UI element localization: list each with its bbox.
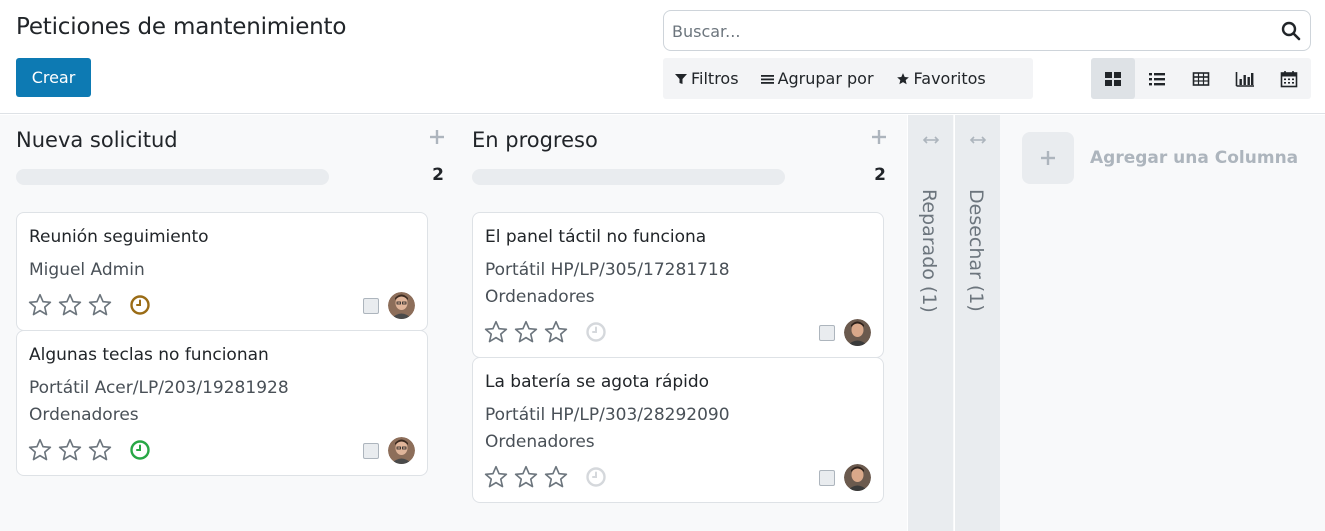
- activity-clock-icon[interactable]: [585, 466, 607, 488]
- search-input[interactable]: [672, 19, 1272, 43]
- state-checkbox[interactable]: [819, 325, 835, 341]
- card-category: Ordenadores: [485, 432, 595, 452]
- star-outline-icon[interactable]: [27, 437, 53, 463]
- kanban-card[interactable]: Reunión seguimiento Miguel Admin: [16, 212, 428, 331]
- expand-arrows-icon: [922, 136, 940, 144]
- column-count: 2: [874, 165, 886, 185]
- state-checkbox[interactable]: [363, 298, 379, 314]
- card-title: Reunión seguimiento: [29, 227, 209, 247]
- calendar-view-button[interactable]: [1267, 58, 1311, 99]
- add-column-box[interactable]: [1022, 132, 1074, 184]
- search-icon[interactable]: [1280, 20, 1302, 42]
- page-title: Peticiones de mantenimiento: [16, 14, 347, 40]
- activity-clock-icon[interactable]: [129, 294, 151, 316]
- add-column-label: Agregar una Columna: [1090, 148, 1299, 168]
- star-outline-icon[interactable]: [87, 292, 113, 318]
- state-checkbox[interactable]: [363, 443, 379, 459]
- avatar[interactable]: [844, 464, 871, 491]
- kanban-column: En progreso 2 El panel táctil no funcion…: [472, 115, 886, 531]
- folded-column-label: Desechar (1): [965, 189, 987, 312]
- column-title: En progreso: [472, 128, 598, 152]
- avatar[interactable]: [388, 437, 415, 464]
- table-icon: [1192, 71, 1210, 86]
- card-category: Ordenadores: [485, 287, 595, 307]
- kanban-board: Nueva solicitud 2 Reunión seguimiento Mi…: [0, 115, 1325, 531]
- expand-arrows-icon: [969, 136, 987, 144]
- avatar[interactable]: [388, 292, 415, 319]
- priority-stars: [27, 437, 113, 463]
- activity-clock-icon[interactable]: [129, 439, 151, 461]
- star-outline-icon[interactable]: [87, 437, 113, 463]
- kanban-card[interactable]: La batería se agota rápido Portátil HP/L…: [472, 357, 884, 503]
- calendar-icon: [1280, 70, 1298, 87]
- star-outline-icon[interactable]: [483, 319, 509, 345]
- activity-clock-icon[interactable]: [585, 321, 607, 343]
- card-owner: Miguel Admin: [29, 260, 145, 280]
- view-switcher: [1091, 58, 1311, 99]
- priority-stars: [483, 464, 569, 490]
- star-outline-icon[interactable]: [543, 464, 569, 490]
- folded-column-reparado[interactable]: Reparado (1): [907, 115, 953, 531]
- star-icon: [896, 72, 909, 84]
- favorites-label: Favoritos: [913, 69, 986, 88]
- priority-stars: [27, 292, 113, 318]
- column-progress-bar[interactable]: [16, 169, 329, 185]
- groupby-label: Agrupar por: [777, 69, 874, 88]
- card-title: El panel táctil no funciona: [485, 227, 707, 247]
- pivot-view-button[interactable]: [1179, 58, 1223, 99]
- kanban-card[interactable]: El panel táctil no funciona Portátil HP/…: [472, 212, 884, 358]
- star-outline-icon[interactable]: [483, 464, 509, 490]
- filter-icon: [675, 73, 687, 84]
- star-outline-icon[interactable]: [27, 292, 53, 318]
- search-bar: [663, 10, 1311, 51]
- plus-icon[interactable]: [430, 130, 444, 144]
- plus-icon: [1041, 151, 1055, 165]
- bar-chart-icon: [1235, 71, 1254, 87]
- card-equipment: Portátil HP/LP/303/28292090: [485, 405, 730, 425]
- list-view-button[interactable]: [1135, 58, 1179, 99]
- bars-icon: [760, 74, 774, 84]
- star-outline-icon[interactable]: [543, 319, 569, 345]
- column-progress-bar[interactable]: [472, 169, 785, 185]
- star-outline-icon[interactable]: [57, 437, 83, 463]
- star-outline-icon[interactable]: [57, 292, 83, 318]
- folded-column-desechar[interactable]: Desechar (1): [954, 115, 1000, 531]
- star-outline-icon[interactable]: [513, 319, 539, 345]
- favorites-button[interactable]: Favoritos: [896, 58, 986, 99]
- star-outline-icon[interactable]: [513, 464, 539, 490]
- groupby-button[interactable]: Agrupar por: [760, 58, 874, 99]
- add-column-button[interactable]: Agregar una Columna: [1022, 132, 1298, 184]
- column-title: Nueva solicitud: [16, 128, 178, 152]
- card-equipment: Portátil HP/LP/305/17281718: [485, 260, 730, 280]
- column-count: 2: [432, 165, 444, 185]
- search-options: Filtros Agrupar por Favoritos: [663, 58, 1033, 99]
- card-category: Ordenadores: [29, 405, 139, 425]
- avatar[interactable]: [844, 319, 871, 346]
- filters-label: Filtros: [691, 69, 739, 88]
- kanban-column: Nueva solicitud 2 Reunión seguimiento Mi…: [16, 115, 444, 531]
- control-panel: Peticiones de mantenimiento Crear Filtro…: [0, 0, 1325, 114]
- list-icon: [1149, 72, 1165, 85]
- card-title: Algunas teclas no funcionan: [29, 345, 269, 365]
- plus-icon[interactable]: [872, 130, 886, 144]
- graph-view-button[interactable]: [1223, 58, 1267, 99]
- card-equipment: Portátil Acer/LP/203/19281928: [29, 378, 289, 398]
- create-button[interactable]: Crear: [16, 58, 91, 97]
- folded-column-label: Reparado (1): [918, 189, 940, 313]
- priority-stars: [483, 319, 569, 345]
- kanban-view-button[interactable]: [1091, 58, 1135, 99]
- kanban-icon: [1105, 71, 1121, 86]
- card-title: La batería se agota rápido: [485, 372, 710, 392]
- filters-button[interactable]: Filtros: [675, 58, 739, 99]
- kanban-card[interactable]: Algunas teclas no funcionan Portátil Ace…: [16, 330, 428, 476]
- state-checkbox[interactable]: [819, 470, 835, 486]
